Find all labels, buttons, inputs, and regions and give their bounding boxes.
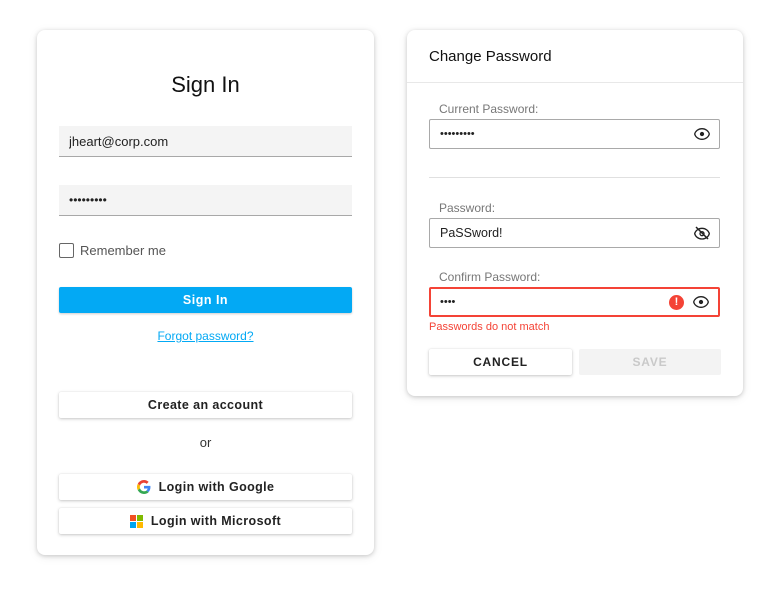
- confirm-password-field[interactable]: •••• !: [429, 287, 720, 317]
- error-icon: !: [669, 294, 684, 310]
- checkbox-box[interactable]: [59, 243, 74, 258]
- change-password-card: Change Password Current Password: ••••••…: [407, 30, 743, 396]
- email-input[interactable]: [59, 126, 352, 157]
- remember-me-checkbox[interactable]: Remember me: [59, 243, 166, 258]
- eye-off-icon[interactable]: [693, 224, 711, 242]
- sign-in-title: Sign In: [171, 72, 240, 97]
- confirm-password-label: Confirm Password:: [439, 270, 541, 284]
- eye-icon[interactable]: [693, 125, 711, 143]
- save-button[interactable]: SAVE: [579, 349, 721, 375]
- current-password-field[interactable]: •••••••••: [429, 119, 720, 149]
- password-input[interactable]: [59, 185, 352, 216]
- remember-me-label: Remember me: [80, 243, 166, 258]
- login-microsoft-button[interactable]: Login with Microsoft: [59, 508, 352, 534]
- new-password-value[interactable]: PaSSword!: [440, 226, 685, 240]
- new-password-label: Password:: [439, 201, 496, 215]
- change-password-title: Change Password: [429, 48, 552, 65]
- current-password-label: Current Password:: [439, 102, 539, 116]
- confirm-password-value[interactable]: ••••: [440, 296, 669, 308]
- forgot-password-text[interactable]: Forgot password?: [157, 329, 253, 343]
- new-password-field[interactable]: PaSSword!: [429, 218, 720, 248]
- current-password-value[interactable]: •••••••••: [440, 128, 685, 140]
- change-password-header: Change Password: [407, 30, 743, 83]
- login-google-label: Login with Google: [158, 480, 275, 494]
- login-microsoft-label: Login with Microsoft: [150, 514, 282, 528]
- confirm-password-error: Passwords do not match: [429, 321, 550, 333]
- or-separator: or: [199, 435, 212, 450]
- login-google-button[interactable]: Login with Google: [59, 474, 352, 500]
- create-account-button[interactable]: Create an account: [59, 392, 352, 418]
- section-divider: [429, 177, 720, 178]
- sign-in-button[interactable]: Sign In: [59, 287, 352, 313]
- sign-in-card: Sign In Remember me Sign In Forgot passw…: [37, 30, 374, 555]
- google-icon: [136, 480, 151, 494]
- eye-icon[interactable]: [692, 293, 710, 311]
- forgot-password-link[interactable]: Forgot password?: [37, 329, 374, 343]
- microsoft-icon: [129, 514, 143, 528]
- create-account-label: Create an account: [147, 398, 264, 412]
- cancel-button[interactable]: CANCEL: [429, 349, 572, 375]
